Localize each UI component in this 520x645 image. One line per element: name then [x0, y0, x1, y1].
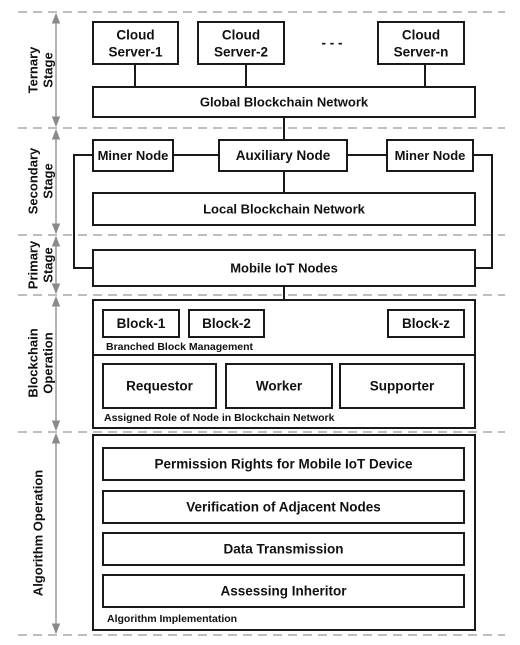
role-worker: Worker	[225, 363, 333, 409]
blockchain-stage-label-2: Operation	[41, 332, 56, 393]
miner-node-right: Miner Node	[386, 139, 474, 172]
step-permission-rights: Permission Rights for Mobile IoT Device	[102, 447, 465, 481]
cloud-server-n-line2: Server-n	[394, 45, 449, 60]
block-z: Block-z	[387, 309, 465, 338]
role-supporter-label: Supporter	[370, 379, 435, 394]
ternary-stage: Cloud Server-1 Cloud Server-2 - - - Clou…	[92, 21, 476, 118]
servers-ellipsis: - - -	[322, 36, 343, 51]
mobile-iot-nodes-label: Mobile IoT Nodes	[230, 261, 338, 276]
cloud-server-n: Cloud Server-n	[377, 21, 465, 65]
cloud-server-1: Cloud Server-1	[92, 21, 179, 65]
cloud-server-1-line2: Server-1	[108, 45, 163, 60]
block-z-label: Block-z	[402, 316, 450, 331]
branched-block-management-caption: Branched Block Management	[106, 341, 254, 353]
primary-stage-label-1: Primary	[26, 240, 41, 289]
step-1-label: Permission Rights for Mobile IoT Device	[154, 457, 413, 472]
global-blockchain-network-label: Global Blockchain Network	[200, 95, 369, 110]
blockchain-stage-label-1: Blockchain	[26, 328, 41, 397]
cloud-server-2-line2: Server-2	[214, 45, 268, 60]
local-blockchain-network-label: Local Blockchain Network	[203, 202, 366, 217]
step-assessing-inheritor: Assessing Inheritor	[102, 574, 465, 608]
block-2-label: Block-2	[202, 316, 251, 331]
step-2-label: Verification of Adjacent Nodes	[186, 500, 381, 515]
secondary-stage-label-2: Stage	[41, 163, 56, 198]
primary-stage: Mobile IoT Nodes	[92, 249, 476, 287]
role-requestor-label: Requestor	[126, 379, 194, 394]
local-blockchain-network: Local Blockchain Network	[92, 192, 476, 226]
step-4-label: Assessing Inheritor	[220, 584, 347, 599]
algorithm-operation: Permission Rights for Mobile IoT Device …	[92, 434, 476, 631]
secondary-stage-label-1: Secondary	[26, 147, 41, 214]
miner-left-to-mobile	[73, 154, 93, 269]
auxiliary-node: Auxiliary Node	[218, 139, 348, 172]
cloud-server-n-line1: Cloud	[402, 28, 440, 43]
ternary-stage-label-2: Stage	[41, 52, 56, 87]
step-verification: Verification of Adjacent Nodes	[102, 490, 465, 524]
auxiliary-node-label: Auxiliary Node	[236, 148, 331, 163]
miner-node-right-label: Miner Node	[395, 148, 466, 163]
cloud-server-2-line1: Cloud	[222, 28, 260, 43]
primary-stage-label-2: Stage	[41, 247, 56, 282]
global-blockchain-network: Global Blockchain Network	[92, 86, 476, 118]
ternary-stage-label-1: Ternary	[26, 46, 41, 93]
role-requestor: Requestor	[102, 363, 217, 409]
algorithm-stage-label: Algorithm Operation	[31, 470, 46, 596]
cloud-server-2: Cloud Server-2	[197, 21, 285, 65]
role-worker-label: Worker	[256, 379, 303, 394]
miner-node-left: Miner Node	[92, 139, 174, 172]
role-supporter: Supporter	[339, 363, 465, 409]
block-1-label: Block-1	[117, 316, 166, 331]
step-data-transmission: Data Transmission	[102, 532, 465, 566]
step-3-label: Data Transmission	[223, 542, 343, 557]
architecture-diagram: Ternary Stage Secondary Stage Primary St…	[18, 11, 505, 636]
cloud-server-1-line1: Cloud	[116, 28, 154, 43]
algorithm-implementation-caption: Algorithm Implementation	[107, 613, 237, 625]
assigned-role-caption: Assigned Role of Node in Blockchain Netw…	[104, 412, 335, 424]
miner-node-left-label: Miner Node	[98, 148, 169, 163]
block-1: Block-1	[102, 309, 180, 338]
blockchain-operation: Block-1 Block-2 Block-z Branched Block M…	[92, 299, 476, 429]
block-2: Block-2	[188, 309, 265, 338]
